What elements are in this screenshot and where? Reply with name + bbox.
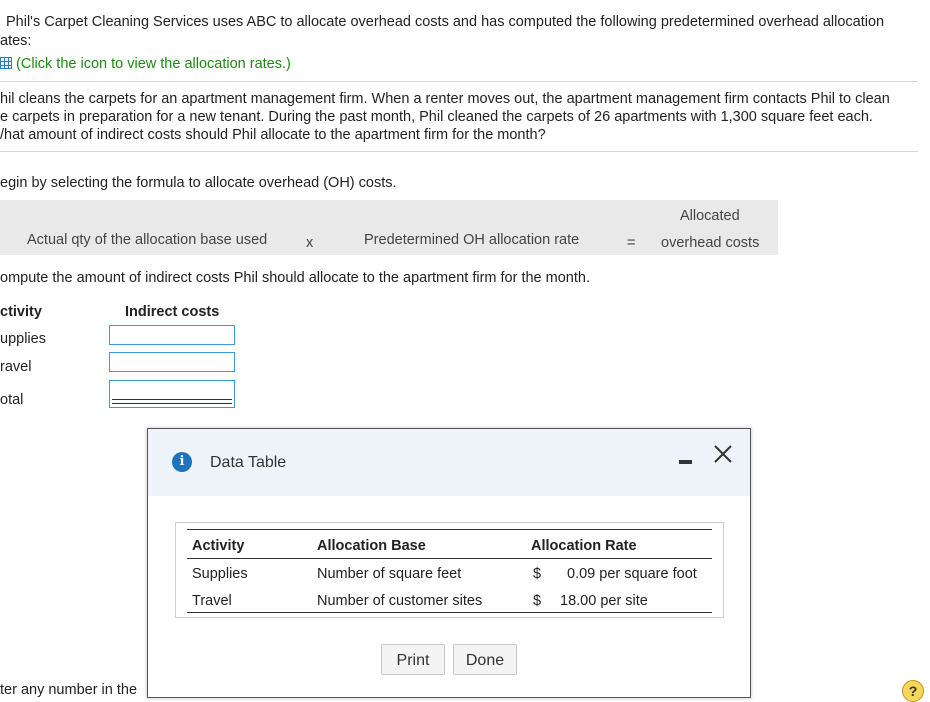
table-header-activity: Activity bbox=[192, 538, 245, 554]
done-button[interactable]: Done bbox=[453, 644, 517, 675]
formula-equals-operator: = bbox=[627, 235, 636, 251]
scenario-line1: hil cleans the carpets for an apartment … bbox=[0, 91, 890, 107]
view-rates-link-text[interactable]: (Click the icon to view the allocation r… bbox=[16, 56, 291, 72]
minimize-icon[interactable] bbox=[679, 460, 692, 464]
table-cell-currency: $ bbox=[533, 566, 542, 582]
formula-times-operator: x bbox=[306, 235, 314, 251]
table-cell-activity: Travel bbox=[192, 593, 232, 609]
formula-result-line2: overhead costs bbox=[661, 235, 760, 251]
close-icon[interactable] bbox=[712, 443, 734, 465]
formula-term1-select[interactable]: Actual qty of the allocation base used bbox=[27, 232, 267, 248]
column-header-indirect-costs: Indirect costs bbox=[125, 304, 220, 320]
divider bbox=[0, 81, 918, 82]
table-header-allocation-base: Allocation Base bbox=[317, 538, 426, 554]
dialog-header: i Data Table bbox=[148, 429, 750, 496]
row-label-total: otal bbox=[0, 392, 24, 408]
table-cell-base: Number of square feet bbox=[317, 566, 462, 582]
row-label-travel: ravel bbox=[0, 359, 32, 375]
view-rates-link[interactable]: (Click the icon to view the allocation r… bbox=[0, 56, 291, 72]
supplies-indirect-cost-input[interactable] bbox=[109, 325, 235, 345]
table-rule bbox=[187, 612, 712, 613]
divider bbox=[0, 151, 918, 152]
compute-instruction: ompute the amount of indirect costs Phil… bbox=[0, 270, 590, 286]
formula-result-line1: Allocated bbox=[680, 208, 740, 224]
table-cell-rate: 0.09 per square foot bbox=[567, 566, 697, 582]
scenario-line3: /hat amount of indirect costs should Phi… bbox=[0, 127, 546, 143]
help-icon[interactable]: ? bbox=[902, 680, 924, 702]
table-cell-activity: Supplies bbox=[192, 566, 248, 582]
table-cell-currency: $ bbox=[533, 593, 542, 609]
table-cell-rate: 18.00 per site bbox=[560, 593, 648, 609]
formula-term2-select[interactable]: Predetermined OH allocation rate bbox=[364, 232, 579, 248]
print-button[interactable]: Print bbox=[381, 644, 445, 675]
scenario-line2: e carpets in preparation for a new tenan… bbox=[0, 109, 873, 125]
travel-indirect-cost-input[interactable] bbox=[109, 352, 235, 372]
allocation-rates-table: Activity Allocation Base Allocation Rate… bbox=[175, 522, 724, 618]
problem-intro-line1: Phil's Carpet Cleaning Services uses ABC… bbox=[6, 14, 885, 30]
info-icon: i bbox=[172, 452, 192, 472]
table-header-allocation-rate: Allocation Rate bbox=[531, 538, 637, 554]
column-header-activity: ctivity bbox=[0, 304, 42, 320]
table-cell-base: Number of customer sites bbox=[317, 593, 483, 609]
footer-hint: ter any number in the bbox=[0, 682, 138, 698]
table-icon[interactable] bbox=[0, 57, 12, 69]
table-rule bbox=[187, 558, 712, 559]
row-label-supplies: upplies bbox=[0, 331, 46, 347]
double-underline bbox=[112, 399, 232, 404]
total-indirect-cost-input[interactable] bbox=[109, 380, 235, 408]
dialog-title: Data Table bbox=[210, 454, 287, 471]
table-rule bbox=[187, 529, 712, 530]
data-table-dialog: i Data Table Activity Allocation Base Al… bbox=[147, 428, 751, 698]
problem-intro-line2: ates: bbox=[0, 33, 32, 49]
formula-instruction: egin by selecting the formula to allocat… bbox=[0, 175, 397, 191]
